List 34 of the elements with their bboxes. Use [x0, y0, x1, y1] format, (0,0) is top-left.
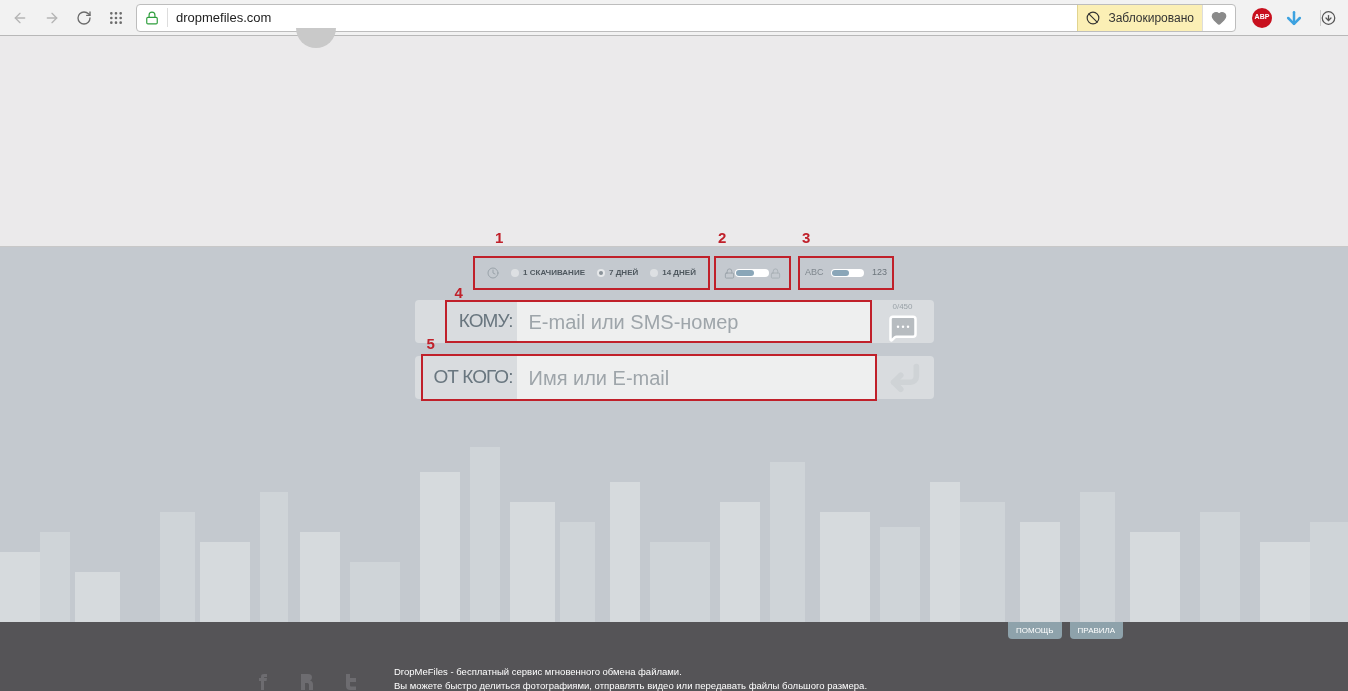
unlocked-icon — [723, 267, 735, 279]
blocked-badge[interactable]: Заблокировано — [1077, 4, 1202, 31]
clock-icon — [487, 267, 500, 279]
url-text: dropmefiles.com — [167, 7, 272, 28]
download-circle-icon[interactable] — [1320, 9, 1336, 26]
annotation-number: 2 — [717, 230, 727, 245]
annotation-number: 3 — [801, 230, 811, 245]
footer-button[interactable]: ПРАВИЛА — [1069, 622, 1124, 639]
sender-label: ОТ КОГО: — [432, 365, 514, 390]
annotation-number: 4 — [454, 285, 463, 300]
grid-icon[interactable] — [108, 9, 124, 26]
address-bar[interactable]: dropmefiles.com Заблокировано — [136, 3, 1236, 32]
footer-text: DropMeFiles - бесплатный сервис мгновенного обмена файлами. — [394, 665, 683, 679]
lock-icon — [769, 267, 781, 279]
expiry-option[interactable]: 1 СКАЧИВАНИЕ — [511, 267, 585, 279]
slider-track[interactable] — [735, 269, 770, 277]
lock-icon — [145, 10, 159, 25]
annotation-number: 5 — [426, 336, 435, 351]
recipient-field[interactable]: E-mail или SMS-номер — [516, 302, 870, 341]
expiry-option[interactable]: 7 ДНЕЙ — [597, 267, 639, 279]
letters-label: ABC — [804, 266, 824, 280]
blocked-icon — [1086, 10, 1101, 25]
reload-icon[interactable] — [76, 9, 92, 26]
facebook-icon[interactable] — [256, 674, 270, 690]
annotation-number: 1 — [495, 230, 504, 245]
footer-text: Вы можете быстро делиться фотографиями, отправлять видео или передавать файлы большого размера. — [394, 679, 867, 691]
expiry-option[interactable]: 14 ДНЕЙ — [650, 267, 696, 279]
twitter-icon[interactable] — [344, 674, 358, 690]
slider-track[interactable] — [831, 269, 864, 277]
footer-button[interactable]: ПОМОЩЬ — [1008, 622, 1062, 639]
sender-field[interactable]: Имя или E-mail — [516, 356, 875, 399]
heart-icon[interactable] — [1211, 9, 1227, 26]
recipient-label: КОМУ: — [457, 309, 514, 334]
digits-label: 123 — [871, 266, 887, 280]
